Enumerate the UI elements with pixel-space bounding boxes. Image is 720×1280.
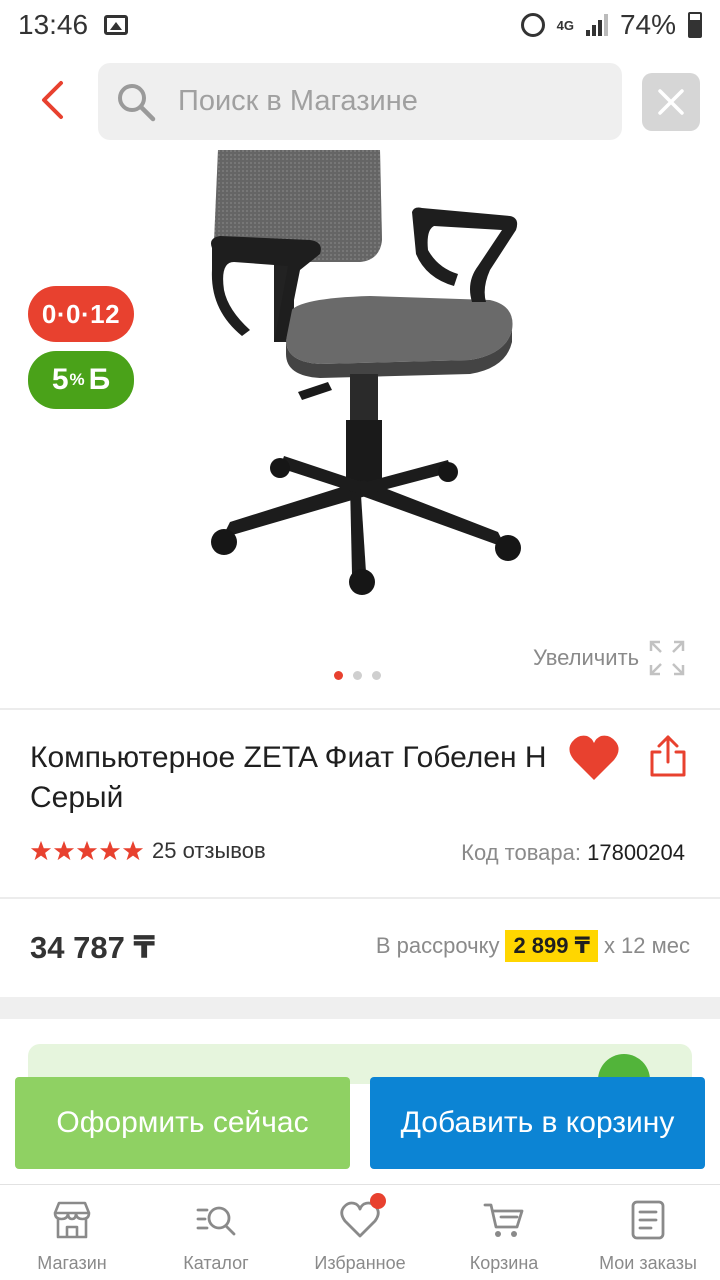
battery-percent: 74% [619, 9, 676, 40]
pagination-dot[interactable] [372, 671, 381, 680]
back-button[interactable] [28, 76, 76, 124]
chevron-left-icon [42, 81, 63, 119]
star-icon [122, 840, 144, 861]
orders-icon [631, 1200, 665, 1240]
product-price: 34 787 ₸ [30, 930, 155, 965]
bonus-badge: 5% Б [28, 351, 134, 409]
buy-now-button[interactable]: Оформить сейчас [15, 1077, 350, 1169]
add-to-cart-label: Добавить в корзину [400, 1106, 675, 1139]
battery-icon [688, 12, 702, 38]
nav-item-cart[interactable]: Корзина [432, 1185, 576, 1280]
nav-label-cart: Корзина [469, 1253, 539, 1273]
bottom-navigation: Магазин Каталог Избранное Корзина Мои за… [0, 1184, 720, 1280]
bonus-badge-value: 5 [51, 363, 69, 396]
nav-label-catalog: Каталог [183, 1253, 249, 1273]
installment-amount: 2 899 ₸ [505, 930, 598, 962]
search-icon [118, 83, 156, 121]
star-icon [30, 840, 52, 861]
sku-value: 17800204 [587, 840, 685, 865]
close-icon [658, 89, 684, 115]
product-gallery[interactable]: 0·0·12 5% Б Увеличить [0, 150, 720, 695]
add-to-cart-button[interactable]: Добавить в корзину [370, 1077, 705, 1169]
rating-stars [30, 840, 144, 862]
catalog-search-icon [196, 1206, 236, 1236]
installment-label: В рассрочку [375, 933, 500, 958]
nav-label-orders: Мои заказы [599, 1253, 697, 1273]
star-icon [53, 840, 75, 861]
product-title: Компьютерное ZETA Фиат Гобелен Н Серый [30, 741, 547, 814]
buy-now-label: Оформить сейчас [56, 1106, 309, 1139]
sku-label: Код товара: [461, 840, 581, 865]
shop-icon [53, 1201, 91, 1239]
search-box[interactable] [98, 63, 622, 140]
nav-label-shop: Магазин [37, 1253, 107, 1273]
section-separator [0, 997, 720, 1019]
expand-icon [649, 640, 685, 676]
zoom-button[interactable]: Увеличить [533, 640, 685, 676]
share-button[interactable] [646, 734, 690, 778]
installment-info[interactable]: В рассрочку 2 899 ₸ х 12 мес [376, 930, 690, 962]
gallery-pagination [334, 671, 381, 680]
heart-icon [569, 735, 619, 780]
star-icon [76, 840, 98, 861]
close-button[interactable] [642, 73, 700, 131]
status-bar: 13:46 4G 74% [0, 0, 720, 50]
share-icon [650, 735, 686, 777]
favorites-notification-dot [370, 1193, 386, 1209]
divider [0, 708, 720, 710]
credit-badge-label: 0·0·12 [41, 298, 121, 329]
search-header [0, 60, 720, 144]
credit-badge: 0·0·12 [28, 286, 134, 342]
divider [0, 897, 720, 899]
rating[interactable]: 25 отзывов [30, 838, 266, 864]
nav-item-shop[interactable]: Магазин [0, 1185, 144, 1280]
cart-icon [483, 1203, 524, 1237]
installment-term: х 12 мес [603, 933, 690, 958]
pagination-dot[interactable] [353, 671, 362, 680]
zoom-label: Увеличить [533, 645, 640, 670]
nav-item-favorites[interactable]: Избранное [288, 1185, 432, 1280]
status-time: 13:46 [18, 9, 89, 40]
pagination-dot[interactable] [334, 671, 343, 680]
reviews-count[interactable]: 25 отзывов [152, 838, 266, 864]
star-icon [99, 840, 121, 861]
bonus-badge-letter: Б [88, 363, 111, 396]
nav-label-favorites: Избранное [314, 1253, 406, 1273]
network-type: 4G [556, 17, 574, 33]
product-image[interactable] [190, 150, 530, 610]
nav-item-catalog[interactable]: Каталог [144, 1185, 288, 1280]
nav-item-orders[interactable]: Мои заказы [576, 1185, 720, 1280]
product-code: Код товара: 17800204 [461, 840, 685, 866]
favorite-button[interactable] [568, 734, 620, 782]
search-input[interactable] [178, 85, 578, 118]
alarm-icon [520, 13, 545, 37]
bonus-badge-unit: % [69, 370, 85, 389]
image-notification-icon [104, 15, 129, 35]
signal-icon [585, 14, 608, 36]
